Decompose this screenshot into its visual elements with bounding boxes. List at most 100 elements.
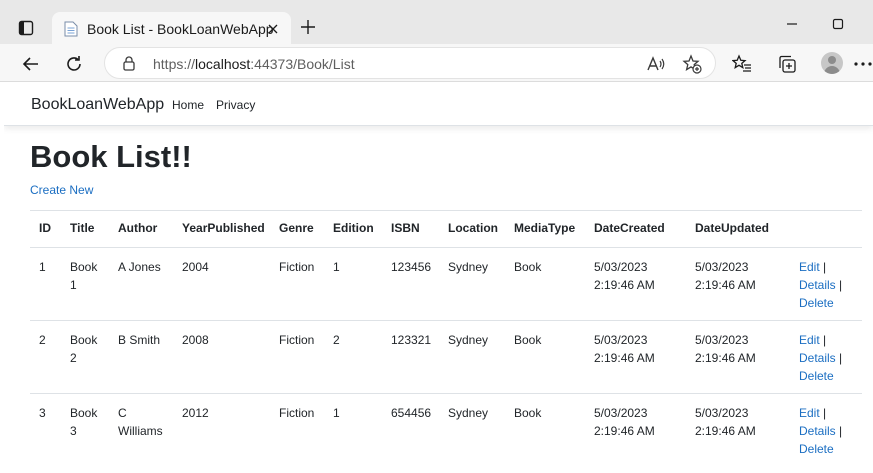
date-line: 5/03/2023 bbox=[594, 260, 648, 274]
time-line: 2:19:46 AM bbox=[695, 351, 756, 365]
cell-year: 2004 bbox=[182, 260, 209, 274]
cell-actions: Edit | Details | Delete bbox=[799, 404, 842, 458]
cell-date-created: 5/03/2023 2:19:46 AM bbox=[594, 404, 655, 440]
cell-media-type: Book bbox=[514, 406, 542, 420]
action-separator: | bbox=[823, 260, 827, 274]
lock-icon[interactable] bbox=[122, 55, 136, 71]
cell-id: 2 bbox=[39, 333, 46, 347]
add-favorite-button[interactable] bbox=[681, 53, 703, 75]
site-navbar: BookLoanWebApp Home Privacy bbox=[4, 83, 873, 126]
date-line: 5/03/2023 bbox=[695, 260, 749, 274]
browser-toolbar: https://localhost:44373/Book/List bbox=[0, 44, 873, 82]
cell-title: Book 2 bbox=[70, 331, 97, 367]
cell-year: 2008 bbox=[182, 333, 209, 347]
cell-title-line: Book bbox=[70, 406, 98, 420]
read-aloud-button[interactable] bbox=[645, 53, 667, 75]
column-header-year-published: YearPublished bbox=[182, 221, 265, 235]
delete-link[interactable]: Delete bbox=[799, 369, 834, 383]
cell-id: 3 bbox=[39, 406, 46, 420]
collections-icon bbox=[779, 55, 796, 73]
cell-media-type: Book bbox=[514, 333, 542, 347]
cell-date-updated: 5/03/2023 2:19:46 AM bbox=[695, 331, 756, 367]
cell-actions: Edit | Details | Delete bbox=[799, 331, 842, 385]
time-line: 2:19:46 AM bbox=[594, 424, 655, 438]
cell-date-updated: 5/03/2023 2:19:46 AM bbox=[695, 258, 756, 294]
avatar-head-shape bbox=[828, 56, 836, 64]
details-link[interactable]: Details bbox=[799, 351, 836, 365]
tab-actions-button[interactable] bbox=[12, 14, 40, 42]
cell-edition: 1 bbox=[333, 260, 340, 274]
time-line: 2:19:46 AM bbox=[594, 351, 655, 365]
edit-link[interactable]: Edit bbox=[799, 406, 820, 420]
more-dots-icon bbox=[854, 62, 872, 66]
action-separator: | bbox=[839, 351, 843, 365]
details-link[interactable]: Details bbox=[799, 424, 836, 438]
profile-avatar[interactable] bbox=[821, 52, 843, 74]
maximize-button[interactable] bbox=[826, 12, 850, 36]
read-aloud-icon bbox=[647, 56, 665, 71]
table-header-border bbox=[30, 247, 862, 248]
browser-tab-active[interactable]: Book List - BookLoanWebApp bbox=[52, 12, 291, 46]
cell-title-line: Book bbox=[70, 333, 98, 347]
collections-button[interactable] bbox=[774, 51, 800, 77]
delete-link[interactable]: Delete bbox=[799, 442, 834, 456]
address-bar[interactable]: https://localhost:44373/Book/List bbox=[104, 47, 716, 79]
favorites-button[interactable] bbox=[729, 51, 755, 77]
cell-author-line: Williams bbox=[118, 424, 163, 438]
minimize-button[interactable] bbox=[780, 12, 804, 36]
cell-author: C Williams bbox=[118, 404, 163, 440]
details-link[interactable]: Details bbox=[799, 278, 836, 292]
browser-tab-strip: Book List - BookLoanWebApp bbox=[0, 0, 873, 46]
cell-date-created: 5/03/2023 2:19:46 AM bbox=[594, 258, 655, 294]
maximize-icon bbox=[832, 18, 844, 30]
column-header-location: Location bbox=[448, 221, 498, 235]
column-header-isbn: ISBN bbox=[391, 221, 420, 235]
cell-genre: Fiction bbox=[279, 406, 315, 420]
cell-media-type: Book bbox=[514, 260, 542, 274]
create-new-link[interactable]: Create New bbox=[30, 183, 93, 197]
column-header-author: Author bbox=[118, 221, 158, 235]
url-text[interactable]: https://localhost:44373/Book/List bbox=[153, 56, 355, 72]
cell-title-line: 3 bbox=[70, 424, 77, 438]
edit-link[interactable]: Edit bbox=[799, 333, 820, 347]
cell-isbn: 123321 bbox=[391, 333, 432, 347]
nav-link-home[interactable]: Home bbox=[172, 98, 204, 112]
nav-link-privacy[interactable]: Privacy bbox=[216, 98, 255, 112]
cell-date-updated: 5/03/2023 2:19:46 AM bbox=[695, 404, 756, 440]
plus-icon bbox=[301, 20, 315, 34]
back-arrow-icon bbox=[22, 57, 38, 71]
page-favicon-icon bbox=[64, 21, 78, 37]
action-separator: | bbox=[823, 333, 827, 347]
cell-author-line: C bbox=[118, 406, 127, 420]
cell-location: Sydney bbox=[448, 406, 489, 420]
back-button[interactable] bbox=[18, 51, 44, 77]
cell-title-line: 2 bbox=[70, 351, 77, 365]
action-separator: | bbox=[823, 406, 827, 420]
refresh-button[interactable] bbox=[61, 51, 87, 77]
cell-edition: 1 bbox=[333, 406, 340, 420]
time-line: 2:19:46 AM bbox=[695, 424, 756, 438]
cell-actions: Edit | Details | Delete bbox=[799, 258, 842, 312]
delete-link[interactable]: Delete bbox=[799, 296, 834, 310]
cell-author: A Jones bbox=[118, 260, 161, 274]
cell-author: B Smith bbox=[118, 333, 161, 347]
column-header-genre: Genre bbox=[279, 221, 314, 235]
time-line: 2:19:46 AM bbox=[594, 278, 655, 292]
new-tab-button[interactable] bbox=[296, 15, 320, 39]
more-options-button[interactable] bbox=[850, 51, 873, 77]
edit-link[interactable]: Edit bbox=[799, 260, 820, 274]
avatar-body-shape bbox=[824, 66, 840, 74]
cell-date-created: 5/03/2023 2:19:46 AM bbox=[594, 331, 655, 367]
url-path: :44373/Book/List bbox=[250, 56, 355, 72]
star-plus-icon bbox=[682, 54, 702, 74]
cell-location: Sydney bbox=[448, 260, 489, 274]
cell-title: Book 1 bbox=[70, 258, 97, 294]
tab-close-button[interactable] bbox=[264, 20, 282, 38]
column-header-date-updated: DateUpdated bbox=[695, 221, 770, 235]
cell-edition: 2 bbox=[333, 333, 340, 347]
cell-title-line: Book bbox=[70, 260, 98, 274]
column-header-edition: Edition bbox=[333, 221, 374, 235]
action-separator: | bbox=[839, 278, 843, 292]
cell-isbn: 123456 bbox=[391, 260, 432, 274]
site-brand-link[interactable]: BookLoanWebApp bbox=[31, 96, 164, 114]
